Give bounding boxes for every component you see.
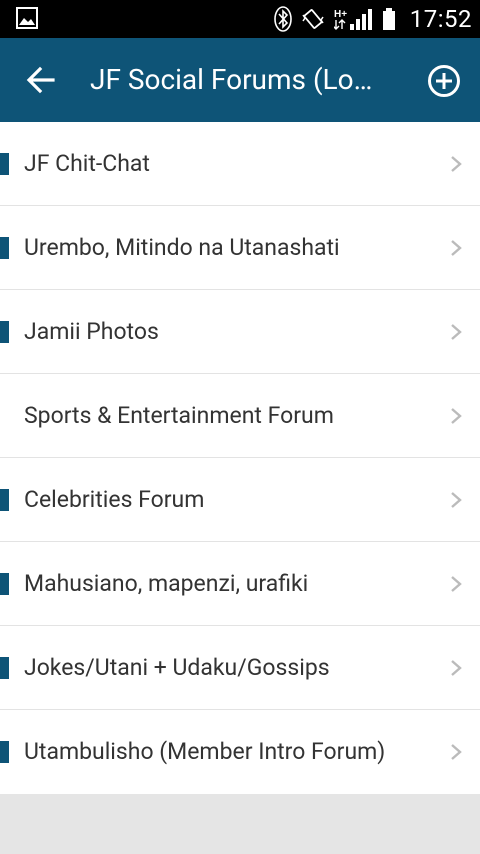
- forum-row[interactable]: Celebrities Forum: [0, 458, 480, 542]
- forum-label: Celebrities Forum: [24, 486, 205, 513]
- forum-row[interactable]: JF Chit-Chat: [0, 122, 480, 206]
- chevron-right-icon: [451, 492, 462, 508]
- bluetooth-icon: [273, 6, 292, 32]
- forum-label: Mahusiano, mapenzi, urafiki: [24, 570, 309, 597]
- status-bar: H+ 17:52: [0, 0, 480, 38]
- unread-marker: [0, 741, 9, 763]
- signal-hplus-icon: H+: [333, 9, 372, 30]
- forum-row[interactable]: Utambulisho (Member Intro Forum): [0, 710, 480, 794]
- chevron-right-icon: [451, 324, 462, 340]
- vibrate-icon: [302, 9, 324, 29]
- unread-marker: [0, 237, 9, 259]
- clock: 17:52: [409, 5, 472, 33]
- unread-marker: [0, 657, 9, 679]
- add-circle-icon[interactable]: [427, 64, 461, 98]
- forum-label: Jokes/Utani + Udaku/Gossips: [24, 654, 330, 681]
- chevron-right-icon: [451, 576, 462, 592]
- forum-label: Sports & Entertainment Forum: [24, 402, 334, 429]
- chevron-right-icon: [451, 240, 462, 256]
- forum-label: JF Chit-Chat: [24, 150, 150, 177]
- forum-label: Utambulisho (Member Intro Forum): [24, 738, 386, 765]
- unread-marker: [0, 321, 9, 343]
- forum-label: Urembo, Mitindo na Utanashati: [24, 234, 340, 261]
- forum-label: Jamii Photos: [24, 318, 159, 345]
- app-toolbar: JF Social Forums (Lo…: [0, 38, 480, 122]
- gallery-icon: [16, 7, 38, 29]
- forum-row[interactable]: Mahusiano, mapenzi, urafiki: [0, 542, 480, 626]
- battery-icon: [382, 8, 395, 30]
- forum-row[interactable]: Jokes/Utani + Udaku/Gossips: [0, 626, 480, 710]
- unread-marker: [0, 489, 9, 511]
- chevron-right-icon: [451, 156, 462, 172]
- forum-list: JF Chit-Chat Urembo, Mitindo na Utanasha…: [0, 122, 480, 794]
- chevron-right-icon: [451, 744, 462, 760]
- page-title: JF Social Forums (Lo…: [90, 63, 373, 96]
- forum-row[interactable]: Jamii Photos: [0, 290, 480, 374]
- unread-marker: [0, 153, 9, 175]
- chevron-right-icon: [451, 660, 462, 676]
- status-icons: H+ 17:52: [273, 0, 472, 38]
- arrow-left-icon[interactable]: [26, 66, 56, 94]
- chevron-right-icon: [451, 408, 462, 424]
- forum-row[interactable]: Sports & Entertainment Forum: [0, 374, 480, 458]
- svg-text:H+: H+: [334, 9, 347, 20]
- unread-marker: [0, 573, 9, 595]
- forum-row[interactable]: Urembo, Mitindo na Utanashati: [0, 206, 480, 290]
